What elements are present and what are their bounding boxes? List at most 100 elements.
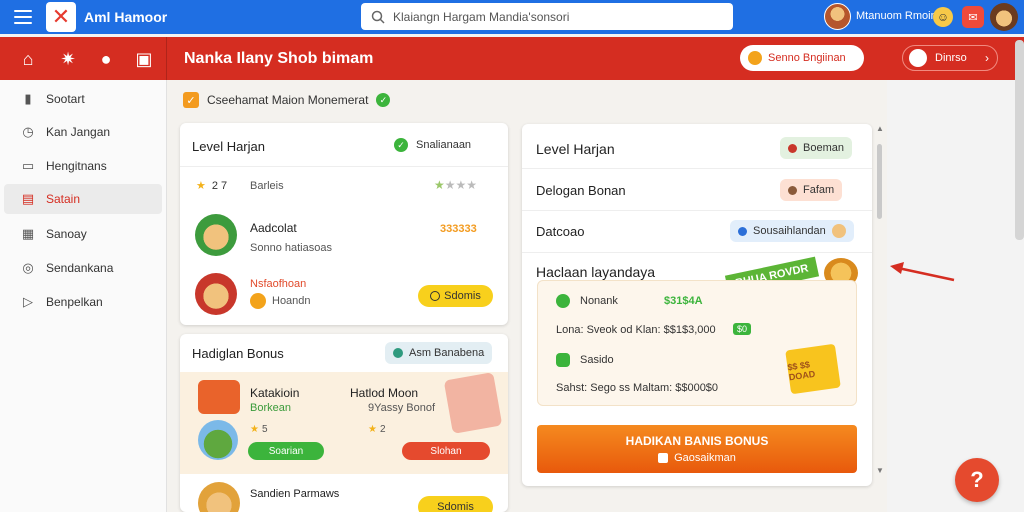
profile-button[interactable]: Dinrso › xyxy=(902,45,998,71)
ticket-icon: $$ $$ DOAD xyxy=(785,343,841,395)
check-line[interactable]: ✓ Cseehamat Maion Monemerat ✓ xyxy=(183,92,391,108)
sidebar-item-sanoay[interactable]: ▦ Sanoay xyxy=(4,219,162,249)
cta-title: HADIKAN BANIS BONUS xyxy=(625,434,769,448)
star-icon: ★ xyxy=(368,424,377,435)
bonus-section-title: Haclaan layandaya xyxy=(536,264,656,280)
scroll-thumb[interactable] xyxy=(877,144,882,219)
app-title: Aml Hamoor xyxy=(84,9,168,25)
right-row-tag-label: Boeman xyxy=(803,142,844,154)
profile-avatar[interactable] xyxy=(990,3,1018,31)
sidebar-item-label: Hengitnans xyxy=(46,159,107,173)
play-icon: ▷ xyxy=(23,294,33,309)
sidebar-item-kan-jangan[interactable]: ◷ Kan Jangan xyxy=(4,117,162,147)
claim-button[interactable]: Sdomis xyxy=(418,285,493,307)
scroll-down-icon[interactable]: ▼ xyxy=(876,466,884,475)
check-circle-icon: ✓ xyxy=(376,93,391,107)
row-value: 333333 xyxy=(440,223,477,235)
top-bar: ✕ Aml Hamoor Mtanuom Rmoin ☺ ✉ xyxy=(0,0,1024,34)
avatar-icon xyxy=(831,224,846,238)
bonus-line-label: Nonank xyxy=(580,295,618,307)
level-status: ✓ Snalianaan xyxy=(394,138,471,152)
toolbar-divider xyxy=(166,37,167,80)
star-icon: ★ xyxy=(250,424,259,435)
row-sub: Hoandn xyxy=(272,295,311,307)
divider xyxy=(522,168,872,169)
level-card-title: Level Harjan xyxy=(192,139,265,154)
bonus-card: Hadiglan Bonus Asm Banabena Katakioin Bo… xyxy=(180,334,508,512)
dot-icon xyxy=(738,226,747,236)
screen-icon: ▭ xyxy=(21,158,35,173)
right-row-label: Level Harjan xyxy=(536,141,615,157)
row-sub: Sonno hatiasoas xyxy=(250,242,332,254)
bonus-line: Sasido xyxy=(556,353,614,367)
arrow-icon xyxy=(890,262,955,282)
level-status-text: Snalianaan xyxy=(416,139,472,151)
ticket-icon xyxy=(443,372,503,434)
sidebar-item-sendankana[interactable]: ◎ Sendankana xyxy=(4,253,162,283)
settings-icon: ◎ xyxy=(22,260,34,275)
inbox-icon[interactable]: ▣ xyxy=(132,47,156,71)
panel-scrollbar[interactable]: ▲ ▼ xyxy=(874,124,884,486)
stars-row: ★ 5 xyxy=(250,424,268,435)
search-bar[interactable] xyxy=(361,3,733,30)
stars-count: 2 7 xyxy=(211,179,228,192)
chat-icon: ? xyxy=(970,467,984,492)
clock-icon: ◷ xyxy=(22,124,34,139)
claim-button-label: Sdomis xyxy=(444,290,481,302)
bonus-line-badge: $0 xyxy=(733,323,752,335)
page-scrollbar[interactable] xyxy=(1015,40,1024,240)
scroll-up-icon[interactable]: ▲ xyxy=(876,124,884,133)
sidebar-item-sootart[interactable]: ▮ Sootart xyxy=(4,84,162,114)
menu-icon[interactable] xyxy=(14,10,32,24)
notification-icon[interactable]: ✉ xyxy=(962,6,984,28)
bonus-line: Nonank xyxy=(556,294,618,308)
right-row-tag-label: Fafam xyxy=(803,184,835,196)
rating-stars: ★★★★ xyxy=(434,178,478,192)
bonus-item-stars: 5 xyxy=(261,424,268,435)
level-card: Level Harjan ✓ Snalianaan ★ 2 7 Barleis … xyxy=(180,123,508,325)
coin-button-label: Senno Bngiinan xyxy=(768,52,846,64)
bonus-item-button[interactable]: Soarian xyxy=(248,442,324,460)
search-icon xyxy=(371,10,385,24)
footer-button[interactable]: Sdomis xyxy=(418,496,493,512)
home-icon[interactable]: ⌂ xyxy=(16,47,40,71)
divider xyxy=(522,210,872,211)
check-circle-icon: ✓ xyxy=(394,138,408,152)
help-button[interactable]: ? xyxy=(955,458,999,502)
bonus-line-label: Sasido xyxy=(580,354,614,366)
stars-label: Barleis xyxy=(250,180,284,192)
check-label: Cseehamat Maion Monemerat xyxy=(207,93,369,107)
right-row-label: Datcoao xyxy=(536,224,585,239)
bonus-item-button[interactable]: Slohan xyxy=(402,442,490,460)
right-row-tag: Fafam xyxy=(780,179,843,201)
sidebar-item-label: Benpelkan xyxy=(46,295,103,309)
sidebar-item-hengitnans[interactable]: ▭ Hengitnans xyxy=(4,151,162,181)
sidebar-item-benpelkan[interactable]: ▷ Benpelkan xyxy=(4,287,162,317)
bar-chart-icon: ▮ xyxy=(24,91,32,106)
star-icon: ★ xyxy=(196,180,206,192)
bonus-line-label: Lona: Sveok od Klan: $$1$3,000 xyxy=(556,324,716,336)
sidebar-item-label: Sendankana xyxy=(46,261,114,275)
emoji-icon[interactable]: ☺ xyxy=(933,7,953,27)
checkbox[interactable]: ✓ xyxy=(183,92,199,108)
profile-button-label: Dinrso xyxy=(935,52,967,64)
bonus-item-stars: 2 xyxy=(379,424,386,435)
gift-icon xyxy=(658,453,669,463)
search-input[interactable] xyxy=(393,9,713,24)
claim-bonus-button[interactable]: HADIKAN BANIS BONUS Gaosaikman xyxy=(537,425,857,473)
character-avatar xyxy=(198,482,240,512)
sidebar-item-satain[interactable]: ▤ Satain xyxy=(4,184,162,214)
calendar-icon: ▤ xyxy=(21,191,35,206)
treasure-icon xyxy=(198,380,240,414)
row-name: Nsfaofhoan xyxy=(250,278,307,290)
user-avatar[interactable] xyxy=(824,3,851,30)
bonus-item-name: Hatlod Moon xyxy=(350,386,419,400)
tools-icon[interactable]: ✷ xyxy=(56,47,80,71)
app-logo[interactable]: ✕ xyxy=(46,2,76,32)
bonus-card-title: Hadiglan Bonus xyxy=(192,346,284,361)
user-name[interactable]: Mtanuom Rmoin xyxy=(856,10,937,22)
coin-button[interactable]: Senno Bngiinan xyxy=(740,45,864,71)
user-icon[interactable]: ● xyxy=(94,47,118,71)
footer-name: Sandien Parmaws xyxy=(250,488,340,500)
bonus-details-box: Nonank $31$4A Lona: Sveok od Klan: $$1$3… xyxy=(537,280,857,406)
